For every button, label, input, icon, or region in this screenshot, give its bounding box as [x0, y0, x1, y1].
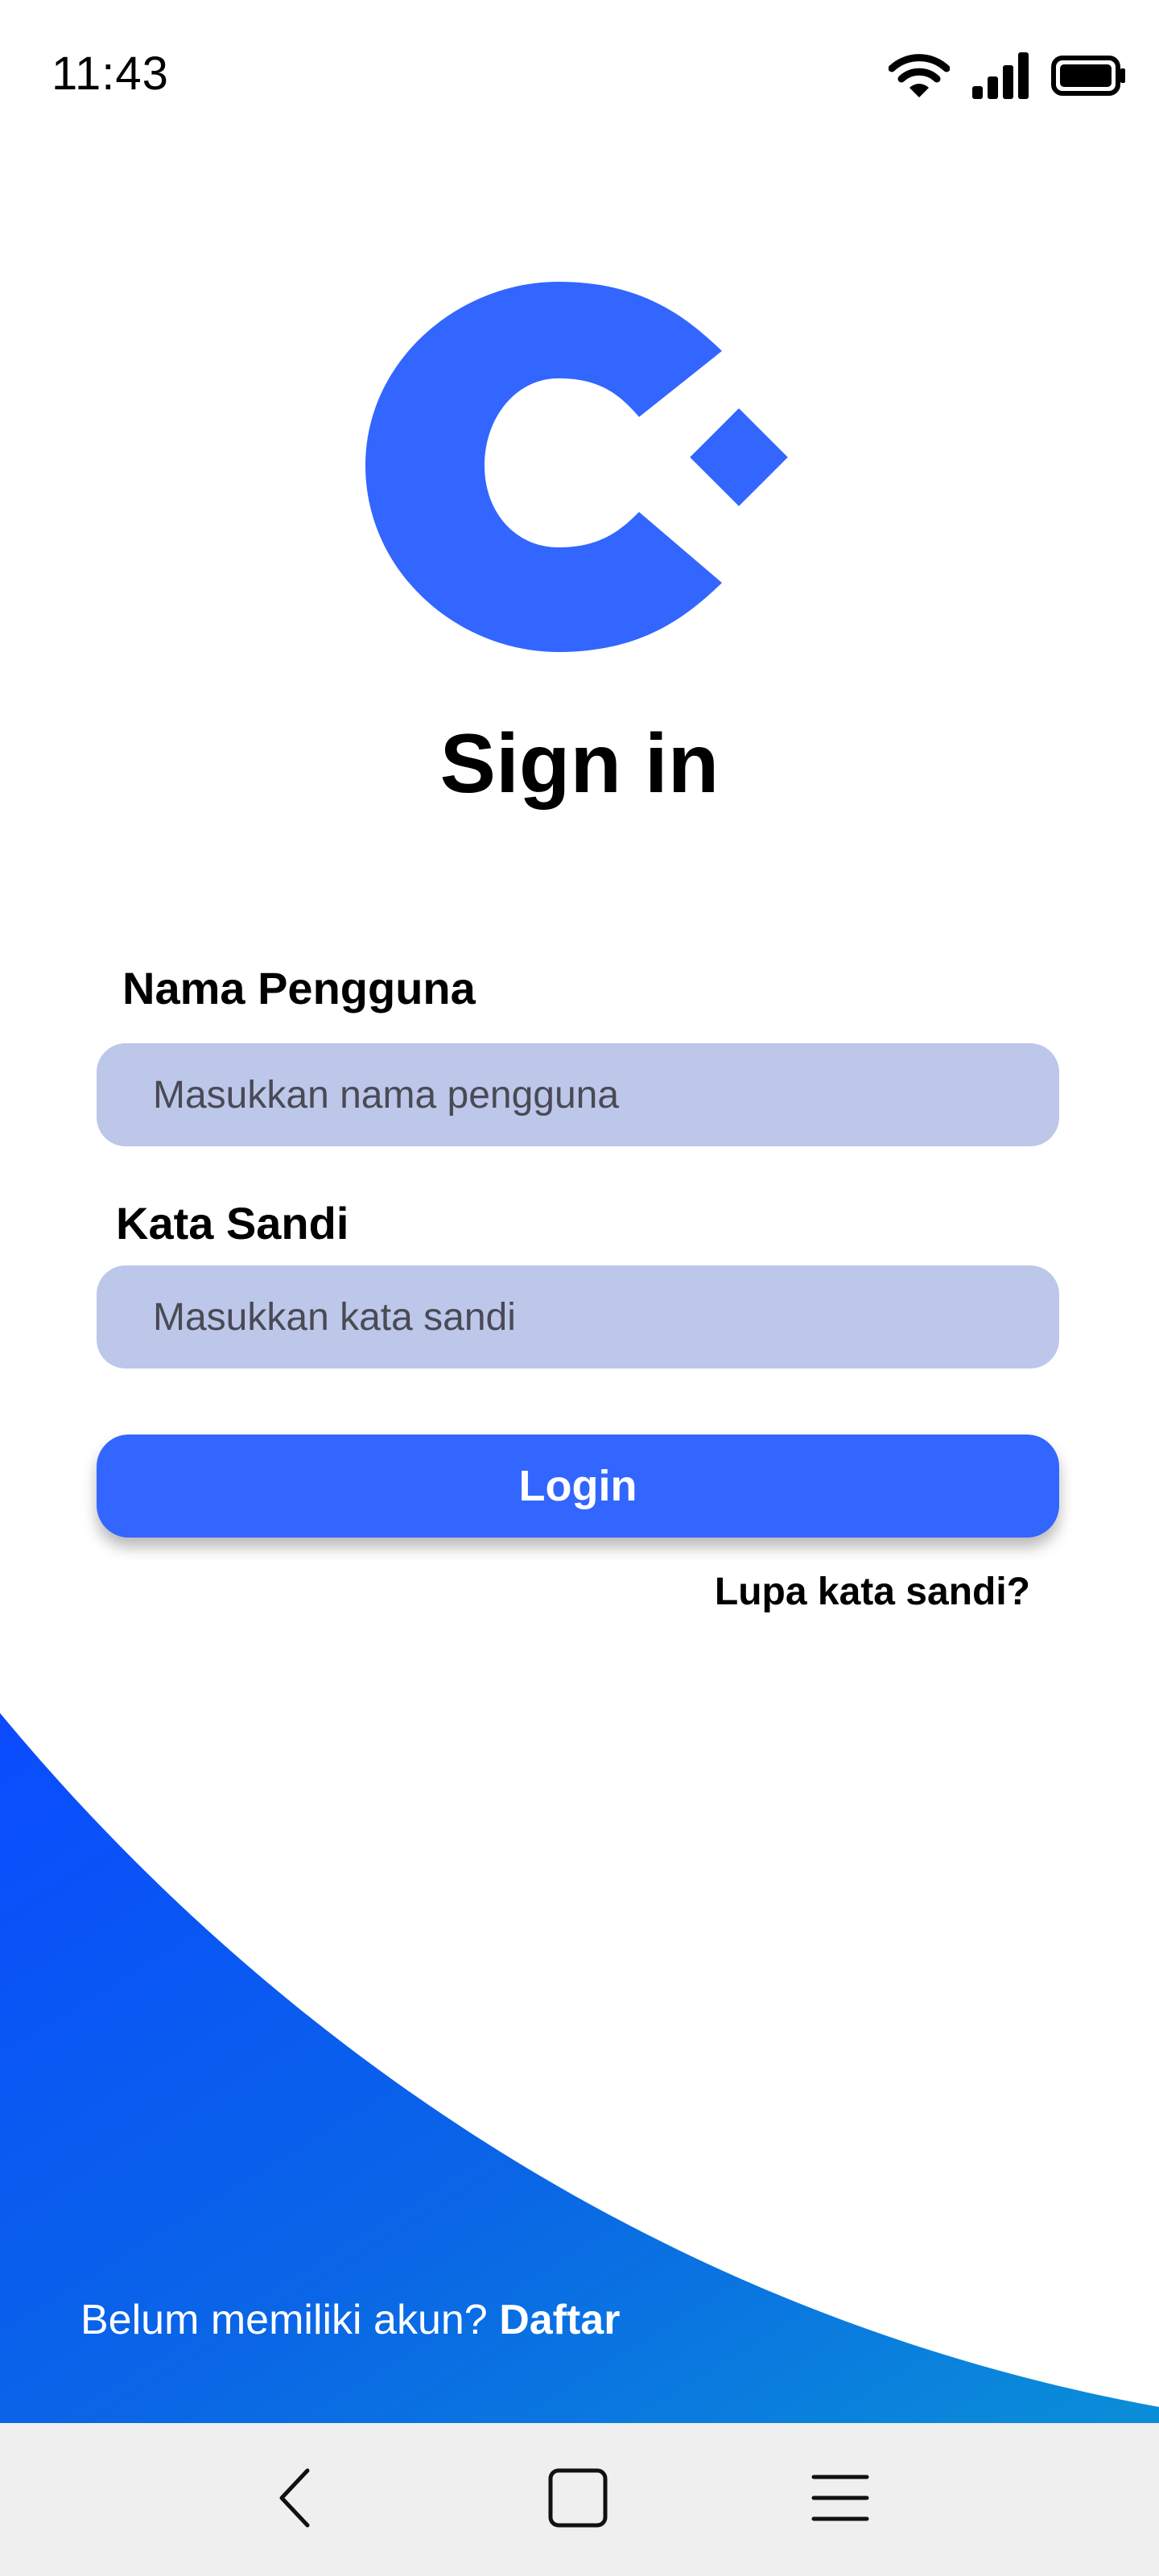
signup-prompt: Belum memiliki akun? Daftar	[80, 2296, 620, 2344]
signup-link[interactable]: Daftar	[499, 2297, 620, 2343]
back-icon	[272, 2466, 320, 2534]
status-bar: 11:43	[0, 0, 1159, 153]
page-title: Sign in	[439, 717, 720, 811]
navigation-bar	[0, 2423, 1159, 2576]
app-logo	[365, 282, 788, 652]
menu-icon	[810, 2472, 870, 2528]
status-icons	[889, 47, 1127, 105]
nav-home-button[interactable]	[530, 2451, 626, 2548]
battery-icon	[1051, 55, 1127, 97]
status-time: 11:43	[52, 47, 169, 100]
home-icon	[547, 2467, 608, 2533]
signal-icon	[971, 51, 1030, 101]
wifi-icon	[889, 51, 950, 101]
nav-menu-button[interactable]	[792, 2451, 889, 2548]
login-button[interactable]: Login	[97, 1435, 1059, 1538]
forgot-password-link[interactable]: Lupa kata sandi?	[715, 1570, 1030, 1614]
nav-back-button[interactable]	[248, 2451, 344, 2548]
username-label: Nama Pengguna	[122, 963, 476, 1013]
password-label: Kata Sandi	[116, 1198, 349, 1249]
username-input[interactable]	[97, 1043, 1059, 1146]
signup-prompt-text: Belum memiliki akun?	[80, 2297, 488, 2343]
password-input[interactable]	[97, 1265, 1059, 1368]
